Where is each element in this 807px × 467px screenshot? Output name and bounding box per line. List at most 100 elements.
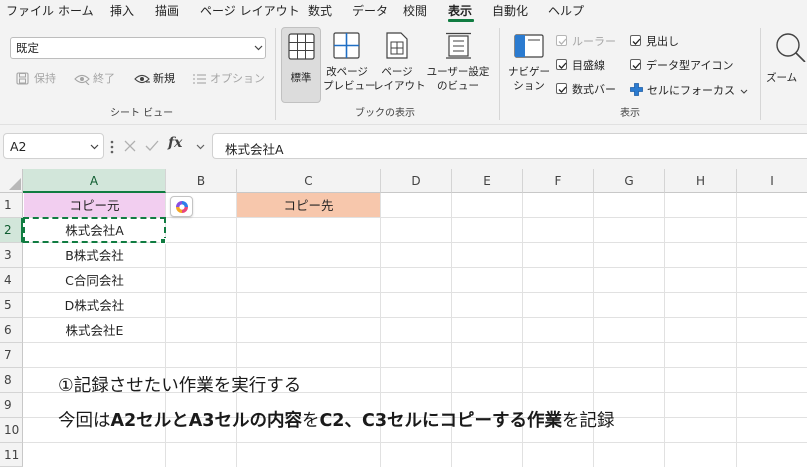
instruction-line-2: 今回はA2セルとA3セルの内容をC2、C3セルにコピーする作業を記録 (58, 409, 615, 433)
cell-a1[interactable]: コピー元 (24, 193, 165, 217)
sheet-view-dropdown[interactable]: 既定 (10, 37, 266, 59)
column-header-d[interactable]: D (381, 169, 452, 193)
row-header-7[interactable]: 7 (0, 343, 23, 368)
exit-view-button[interactable]: 終了 (74, 71, 124, 87)
sheet-view-dropdown-value: 既定 (16, 41, 39, 55)
show-group-label: 表示 (620, 108, 640, 119)
checkbox-checked-icon (630, 35, 641, 46)
name-box-value: A2 (10, 139, 27, 154)
ribbon-divider (760, 28, 761, 120)
checkbox-checked-icon (556, 59, 567, 70)
custom-views-label-1: ユーザー設定 (426, 66, 490, 78)
formula-bar-label: 数式バー (572, 83, 616, 96)
more-options-icon[interactable] (110, 140, 114, 154)
focus-cell-label: セルにフォーカス (647, 84, 735, 97)
sheet-view-group-label: シート ビュー (110, 108, 174, 119)
tab-formulas[interactable]: 数式 (308, 3, 332, 19)
tab-review[interactable]: 校閲 (403, 3, 427, 19)
cell-a4[interactable]: C合同会社 (24, 268, 165, 292)
copilot-button[interactable] (170, 196, 193, 217)
cell-c1[interactable]: コピー先 (237, 193, 380, 217)
new-view-button[interactable]: 新規 (134, 71, 184, 87)
chevron-down-icon (254, 45, 263, 51)
copilot-icon (176, 201, 188, 213)
headings-checkbox[interactable]: 見出し (630, 33, 710, 49)
formula-bar-checkbox[interactable]: 数式バー (556, 81, 626, 97)
column-header-f[interactable]: F (523, 169, 594, 193)
normal-view-label: 標準 (290, 72, 312, 84)
row-header-5[interactable]: 5 (0, 293, 23, 318)
fill-handle[interactable] (160, 238, 166, 244)
workbook-views-group-label: ブックの表示 (355, 108, 415, 119)
cancel-icon[interactable] (124, 140, 136, 152)
page-break-preview-label-1: 改ページ (326, 66, 368, 78)
select-all-corner[interactable] (0, 169, 23, 193)
focus-cell-button[interactable]: セルにフォーカス (630, 81, 750, 99)
row-header-1[interactable]: 1 (0, 193, 23, 218)
column-header-b[interactable]: B (166, 169, 237, 193)
tab-home[interactable]: ホーム (58, 3, 94, 19)
navigation-label-1: ナビゲー (508, 66, 550, 78)
instruction-emphasis: A2セルとA3セルの内容 (110, 411, 302, 431)
keep-view-label: 保持 (34, 72, 56, 85)
instruction-text: を (301, 411, 320, 431)
cell-a5[interactable]: D株式会社 (24, 293, 165, 317)
navigation-pane-icon (514, 34, 544, 58)
ruler-label: ルーラー (572, 35, 616, 48)
navigation-label-2: ション (513, 80, 545, 92)
row-header-6[interactable]: 6 (0, 318, 23, 343)
cell-a6[interactable]: 株式会社E (24, 318, 165, 342)
spreadsheet-grid: A B C D E F G H I 1 2 3 4 5 6 7 8 9 10 1… (0, 169, 807, 467)
custom-views-button[interactable]: ユーザー設定 のビュー (423, 27, 493, 103)
page-layout-view-label-1: ページ (381, 66, 413, 78)
tab-draw[interactable]: 描画 (155, 3, 179, 19)
tab-page-layout[interactable]: ページ レイアウト (200, 3, 300, 19)
keep-view-button[interactable]: 保持 (16, 71, 76, 87)
row-header-10[interactable]: 10 (0, 418, 23, 443)
row-header-3[interactable]: 3 (0, 243, 23, 268)
page-break-preview-button[interactable]: 改ページ プレビュー (323, 27, 376, 103)
column-header-c[interactable]: C (237, 169, 381, 193)
row-header-4[interactable]: 4 (0, 268, 23, 293)
row-header-8[interactable]: 8 (0, 368, 23, 393)
tab-automate[interactable]: 自動化 (492, 3, 528, 19)
tab-data[interactable]: データ (352, 3, 388, 19)
column-header-i[interactable]: I (737, 169, 807, 193)
formula-input-value: 株式会社A (225, 142, 284, 157)
column-header-a[interactable]: A (23, 169, 166, 193)
page-layout-view-button[interactable]: ページ レイアウト (373, 27, 426, 103)
ribbon-divider (275, 28, 276, 120)
checkbox-checked-icon (630, 59, 641, 70)
column-header-h[interactable]: H (665, 169, 737, 193)
zoom-label: ズーム (766, 72, 798, 84)
checkbox-checked-icon (556, 83, 567, 94)
view-options-button[interactable]: オプション (193, 71, 265, 87)
custom-views-icon (446, 32, 471, 59)
tab-file[interactable]: ファイル (6, 3, 54, 19)
name-box[interactable]: A2 (3, 133, 104, 159)
normal-view-button[interactable]: 標準 (281, 27, 321, 103)
check-icon[interactable] (145, 140, 159, 152)
menu-bar: ファイル ホーム 挿入 描画 ページ レイアウト 数式 データ 校閲 表示 自動… (0, 0, 807, 22)
tab-insert[interactable]: 挿入 (110, 3, 134, 19)
row-header-9[interactable]: 9 (0, 393, 23, 418)
gridlines-checkbox[interactable]: 目盛線 (556, 57, 626, 73)
column-header-g[interactable]: G (594, 169, 665, 193)
column-header-e[interactable]: E (452, 169, 523, 193)
tab-view[interactable]: 表示 (448, 3, 472, 19)
zoom-button[interactable]: ズーム (766, 27, 807, 103)
formula-bar-area: A2 fx 株式会社A (0, 125, 807, 169)
data-type-icons-checkbox[interactable]: データ型アイコン (630, 57, 733, 73)
tab-help[interactable]: ヘルプ (548, 3, 584, 19)
cell-a3[interactable]: B株式会社 (24, 243, 165, 267)
row-header-11[interactable]: 11 (0, 443, 23, 467)
checkbox-checked-icon (556, 35, 567, 46)
ruler-checkbox[interactable]: ルーラー (556, 33, 626, 49)
formula-input[interactable]: 株式会社A (212, 133, 807, 159)
navigation-button[interactable]: ナビゲー ション (505, 27, 553, 103)
insert-function-button[interactable]: fx (168, 135, 182, 151)
eye-plus-icon (134, 74, 150, 84)
row-header-2[interactable]: 2 (0, 218, 23, 243)
chevron-down-icon[interactable] (196, 144, 205, 150)
page-break-preview-label-2: プレビュー (323, 80, 376, 92)
